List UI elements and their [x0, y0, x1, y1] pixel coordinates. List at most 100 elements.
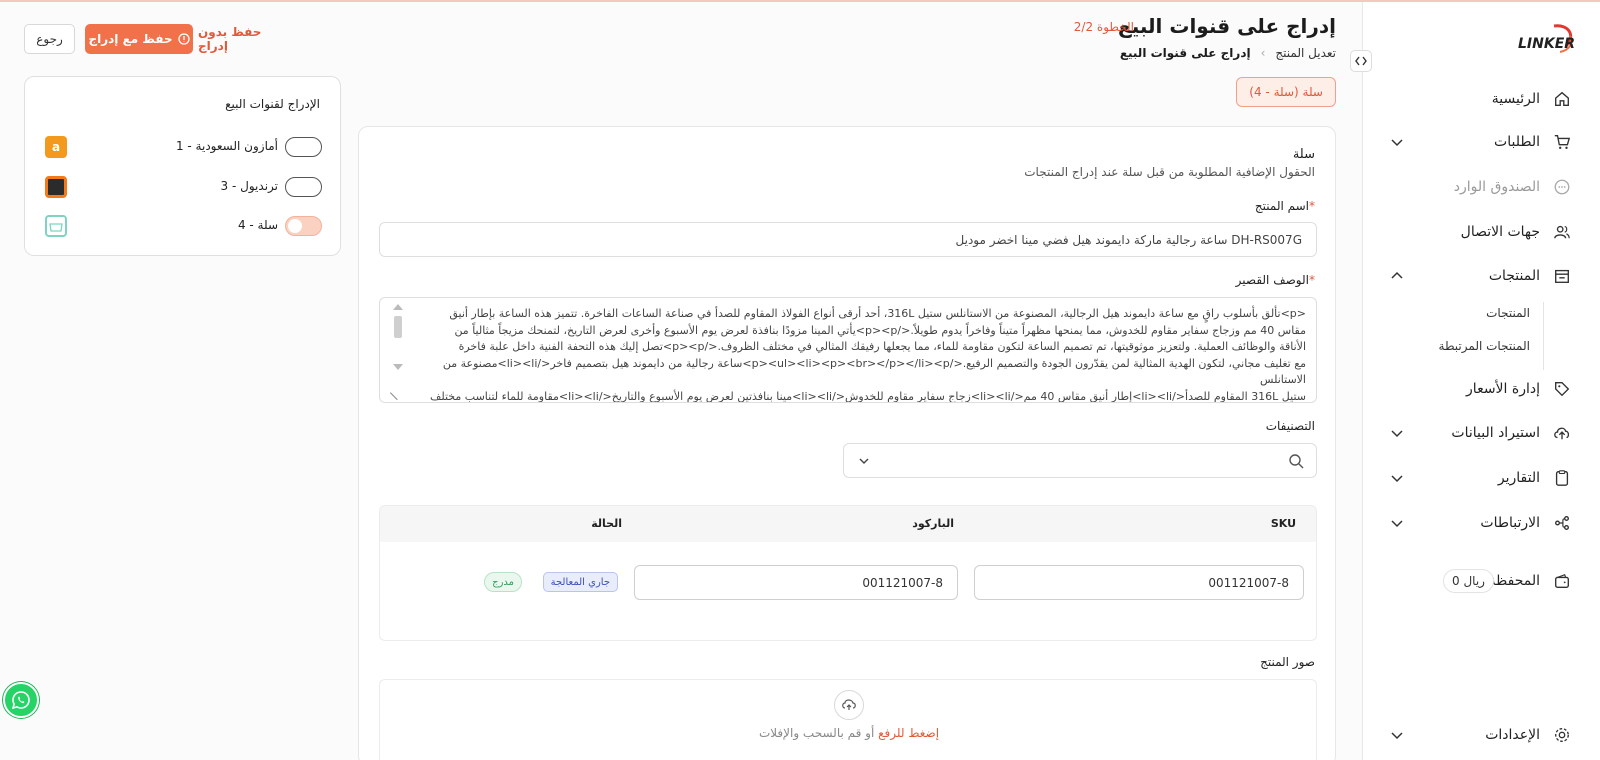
short-description-label-text: الوصف القصير — [1235, 273, 1309, 287]
description-line: الأناقة والوظائف العملية. ولتعزيز موثوقي… — [458, 340, 1306, 353]
save-and-list-button[interactable]: حفظ مع إدراج — [85, 24, 193, 54]
sidebar-item-orders[interactable]: الطلبات — [1362, 127, 1600, 157]
channel-toggle-salla[interactable] — [285, 216, 322, 236]
chevron-down-icon[interactable] — [1390, 135, 1404, 149]
chevron-down-icon — [859, 458, 869, 464]
users-icon — [1552, 222, 1572, 242]
share-icon — [1552, 513, 1572, 533]
tag-icon — [1552, 379, 1572, 399]
description-line: مع تغليف مجاني، لتكون الهدية المثالية لم… — [442, 356, 1306, 387]
channel-row-amazon: a أمازون السعودية - 1 — [25, 132, 342, 162]
channel-toggle-amazon[interactable] — [285, 137, 322, 157]
sidebar-item-inbox[interactable]: الصندوق الوارد — [1362, 172, 1600, 202]
step-indicator: الخطوة 2/2 — [1073, 20, 1134, 34]
click-to-upload-link[interactable]: إضغط للرفع — [878, 726, 939, 740]
scroll-up-arrow-icon[interactable] — [393, 304, 403, 310]
table-header: SKU الباركود الحالة — [380, 506, 1316, 542]
sidebar-item-settings[interactable]: الإعدادات — [1362, 720, 1600, 750]
barcode-input[interactable]: 001121007-8 — [634, 565, 958, 600]
salla-logo-icon — [45, 215, 67, 237]
channel-tab-salla[interactable]: سلة (سلة - 4) — [1236, 77, 1336, 107]
required-marker: * — [1309, 273, 1315, 287]
logo[interactable]: LINKER — [1514, 22, 1576, 62]
resize-grip-icon[interactable] — [389, 385, 405, 401]
chevron-down-icon[interactable] — [1390, 426, 1404, 440]
short-description-textarea[interactable]: <p>تألق بأسلوب راقٍ مع ساعة دايموند هيل … — [379, 297, 1317, 403]
sidebar-item-contacts[interactable]: جهات الاتصال — [1362, 217, 1600, 247]
sidebar-item-label: المنتجات — [1488, 268, 1540, 284]
save-and-list-label: حفظ مع إدراج — [88, 32, 173, 46]
drag-drop-text: أو قم بالسحب والإفلات — [758, 726, 875, 740]
trendyol-logo-icon — [45, 176, 67, 198]
sidebar-item-reports[interactable]: التقارير — [1362, 463, 1600, 493]
product-name-input[interactable]: ساعة رجالية ماركة دايموند هيل فضي مينا ا… — [379, 222, 1317, 257]
variants-table: SKU الباركود الحالة 001121007-8 00112100… — [379, 505, 1317, 641]
cloud-upload-icon — [1552, 423, 1572, 443]
status-badge-listed: مدرج — [484, 572, 522, 592]
image-upload-dropzone[interactable]: إضغط للرفع أو قم بالسحب والإفلات — [379, 679, 1317, 760]
channel-name: أمازون السعودية - 1 — [175, 139, 278, 153]
sidebar-item-label: الطلبات — [1494, 134, 1540, 150]
channel-fields-card: سلة الحقول الإضافية المطلوبة من قبل سلة … — [358, 126, 1336, 760]
sidebar-item-label: إدارة الأسعار — [1466, 381, 1540, 397]
gear-icon — [1552, 725, 1572, 745]
channel-toggle-trendyol[interactable] — [285, 177, 322, 197]
submenu-rail — [1543, 302, 1544, 370]
chevron-down-icon[interactable] — [1390, 471, 1404, 485]
short-description-label: الوصف القصير* — [1236, 273, 1315, 287]
channel-row-trendyol: ترنديول - 3 — [25, 172, 342, 202]
chevron-down-icon[interactable] — [1390, 516, 1404, 530]
sidebar-item-label: الارتباطات — [1480, 515, 1540, 531]
upload-instructions: إضغط للرفع أو قم بالسحب والإفلات — [380, 726, 1318, 740]
breadcrumb-edit-product[interactable]: تعديل المنتج — [1275, 46, 1336, 60]
sidebar-subitem-products[interactable]: المنتجات — [1486, 306, 1530, 320]
whatsapp-icon — [11, 691, 30, 710]
channel-row-salla: سلة - 4 — [25, 211, 342, 241]
info-icon — [177, 33, 190, 45]
breadcrumb: تعديل المنتج ‹ إدراج على قنوات البيع — [1120, 46, 1336, 60]
section-subtitle: الحقول الإضافية المطلوبة من قبل سلة عند … — [1024, 165, 1315, 179]
svg-text:LINKER: LINKER — [1518, 36, 1575, 52]
chat-icon — [1552, 177, 1572, 197]
product-name-label-text: اسم المنتج — [1254, 199, 1309, 213]
sidebar-item-products[interactable]: المنتجات — [1362, 261, 1600, 291]
code-arrows-icon — [1355, 56, 1367, 66]
chevron-up-icon[interactable] — [1390, 269, 1404, 283]
sidebar-item-import[interactable]: استيراد البيانات — [1362, 418, 1600, 448]
sidebar-item-home[interactable]: الرئيسية — [1362, 84, 1600, 114]
sidebar-item-label: المحفظة — [1488, 573, 1540, 589]
column-sku: SKU — [1270, 517, 1296, 530]
logo-mark: LINKER — [1518, 24, 1575, 53]
wallet-icon — [1552, 571, 1572, 591]
wallet-balance-badge: 0 ريال — [1443, 569, 1494, 593]
sidebar-item-label: الصندوق الوارد — [1453, 179, 1540, 195]
save-without-listing-button[interactable]: حفظ بدون إدراج — [198, 24, 286, 54]
chevron-down-icon[interactable] — [1390, 728, 1404, 742]
sidebar-item-pricing[interactable]: إدارة الأسعار — [1362, 374, 1600, 404]
page-title: إدراج على قنوات البيع — [1118, 14, 1336, 38]
back-button[interactable]: رجوع — [24, 24, 75, 54]
description-line: ستيل 316L المقاوم للصدأ</li><li>إطار أني… — [429, 389, 1306, 403]
search-icon — [1289, 454, 1304, 469]
column-barcode: الباركود — [912, 517, 954, 530]
channel-name: ترنديول - 3 — [220, 179, 278, 193]
scroll-thumb[interactable] — [394, 316, 402, 338]
home-icon — [1552, 89, 1572, 109]
sales-channels-card: الإدراج لقنوات البيع a أمازون السعودية -… — [24, 76, 341, 256]
sidebar-collapse-button[interactable] — [1350, 50, 1372, 72]
scroll-down-arrow-icon[interactable] — [393, 364, 403, 370]
channels-title: الإدراج لقنوات البيع — [225, 97, 320, 111]
sidebar-subitem-linked-products[interactable]: المنتجات المرتبطة — [1439, 339, 1530, 353]
sku-input[interactable]: 001121007-8 — [974, 565, 1304, 600]
sidebar-item-label: الرئيسية — [1491, 91, 1540, 107]
categories-select[interactable] — [843, 443, 1317, 478]
description-line: مقاس 40 مم وزجاج سفاير مقاوم للخدوش، مما… — [454, 323, 1306, 337]
textarea-scrollbar[interactable] — [392, 304, 404, 384]
channel-name: سلة - 4 — [237, 218, 278, 232]
whatsapp-chat-button[interactable] — [3, 682, 39, 718]
sidebar-item-integrations[interactable]: الارتباطات — [1362, 508, 1600, 538]
section-title: سلة — [1292, 147, 1315, 162]
chevron-left-icon: ‹ — [1260, 46, 1266, 60]
status-badge-processing: جاري المعالجة — [542, 572, 618, 592]
cart-icon — [1552, 132, 1572, 152]
